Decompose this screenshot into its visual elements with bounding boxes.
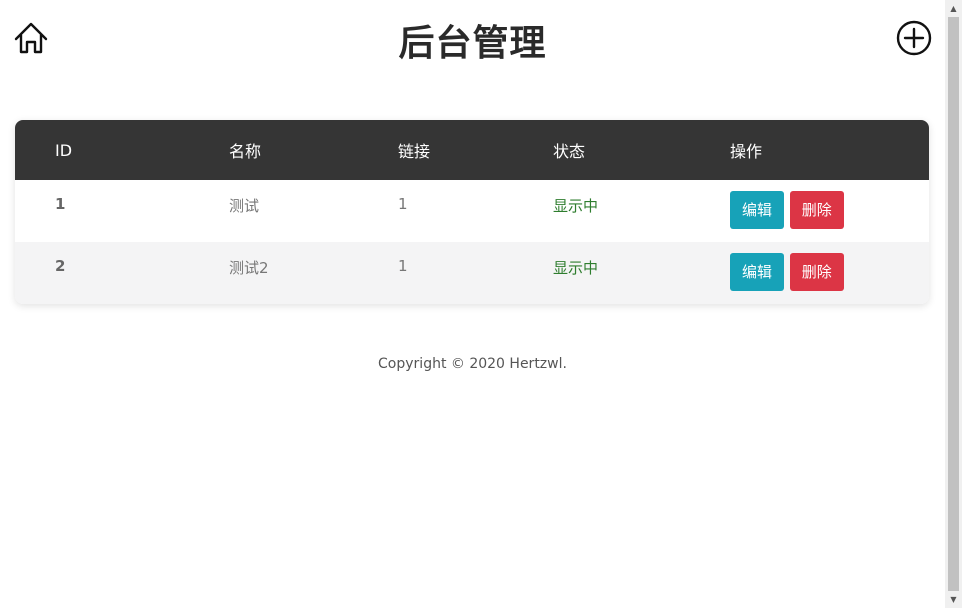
cell-status: 显示中 bbox=[553, 197, 599, 215]
cell-id: 1 bbox=[55, 195, 66, 213]
cell-actions: 编辑 删除 bbox=[730, 242, 929, 304]
column-header-actions: 操作 bbox=[730, 142, 763, 161]
scrollbar-thumb[interactable] bbox=[948, 17, 959, 591]
edit-button[interactable]: 编辑 bbox=[730, 191, 785, 229]
table-row: 2 测试2 1 显示中 编辑 删除 bbox=[15, 242, 929, 304]
cell-link: 1 bbox=[398, 195, 408, 213]
page-title: 后台管理 bbox=[398, 23, 547, 64]
edit-button[interactable]: 编辑 bbox=[730, 253, 785, 291]
scroll-up-arrow-icon[interactable]: ▲ bbox=[945, 0, 962, 17]
data-table-card: ID 名称 链接 状态 操作 1 测试 1 显示中 编辑 删除 2 测试2 1 … bbox=[15, 120, 929, 304]
cell-actions: 编辑 删除 bbox=[730, 180, 929, 242]
data-table: ID 名称 链接 状态 操作 1 测试 1 显示中 编辑 删除 2 测试2 1 … bbox=[15, 120, 929, 304]
top-header: 后台管理 bbox=[0, 0, 945, 80]
column-header-id: ID bbox=[55, 140, 73, 160]
vertical-scrollbar[interactable]: ▲ ▼ bbox=[945, 0, 962, 608]
delete-button[interactable]: 删除 bbox=[789, 191, 844, 229]
cell-name: 测试 bbox=[229, 197, 260, 215]
cell-link: 1 bbox=[398, 257, 408, 275]
cell-status: 显示中 bbox=[553, 259, 599, 277]
scroll-down-arrow-icon[interactable]: ▼ bbox=[945, 591, 962, 608]
column-header-name: 名称 bbox=[229, 142, 262, 161]
column-header-status: 状态 bbox=[553, 142, 586, 161]
table-row: 1 测试 1 显示中 编辑 删除 bbox=[15, 180, 929, 242]
plus-circle-icon bbox=[896, 20, 932, 56]
column-header-link: 链接 bbox=[398, 142, 431, 161]
cell-id: 2 bbox=[55, 257, 66, 275]
admin-page: 后台管理 ID 名称 链接 状态 操作 1 测试 1 显示中 编辑 删除 2 测… bbox=[0, 0, 945, 608]
table-header-row: ID 名称 链接 状态 操作 bbox=[15, 120, 929, 180]
cell-name: 测试2 bbox=[229, 259, 269, 277]
footer-copyright: Copyright © 2020 Hertzwl. bbox=[378, 356, 567, 372]
delete-button[interactable]: 删除 bbox=[789, 253, 844, 291]
add-button[interactable] bbox=[895, 19, 933, 57]
